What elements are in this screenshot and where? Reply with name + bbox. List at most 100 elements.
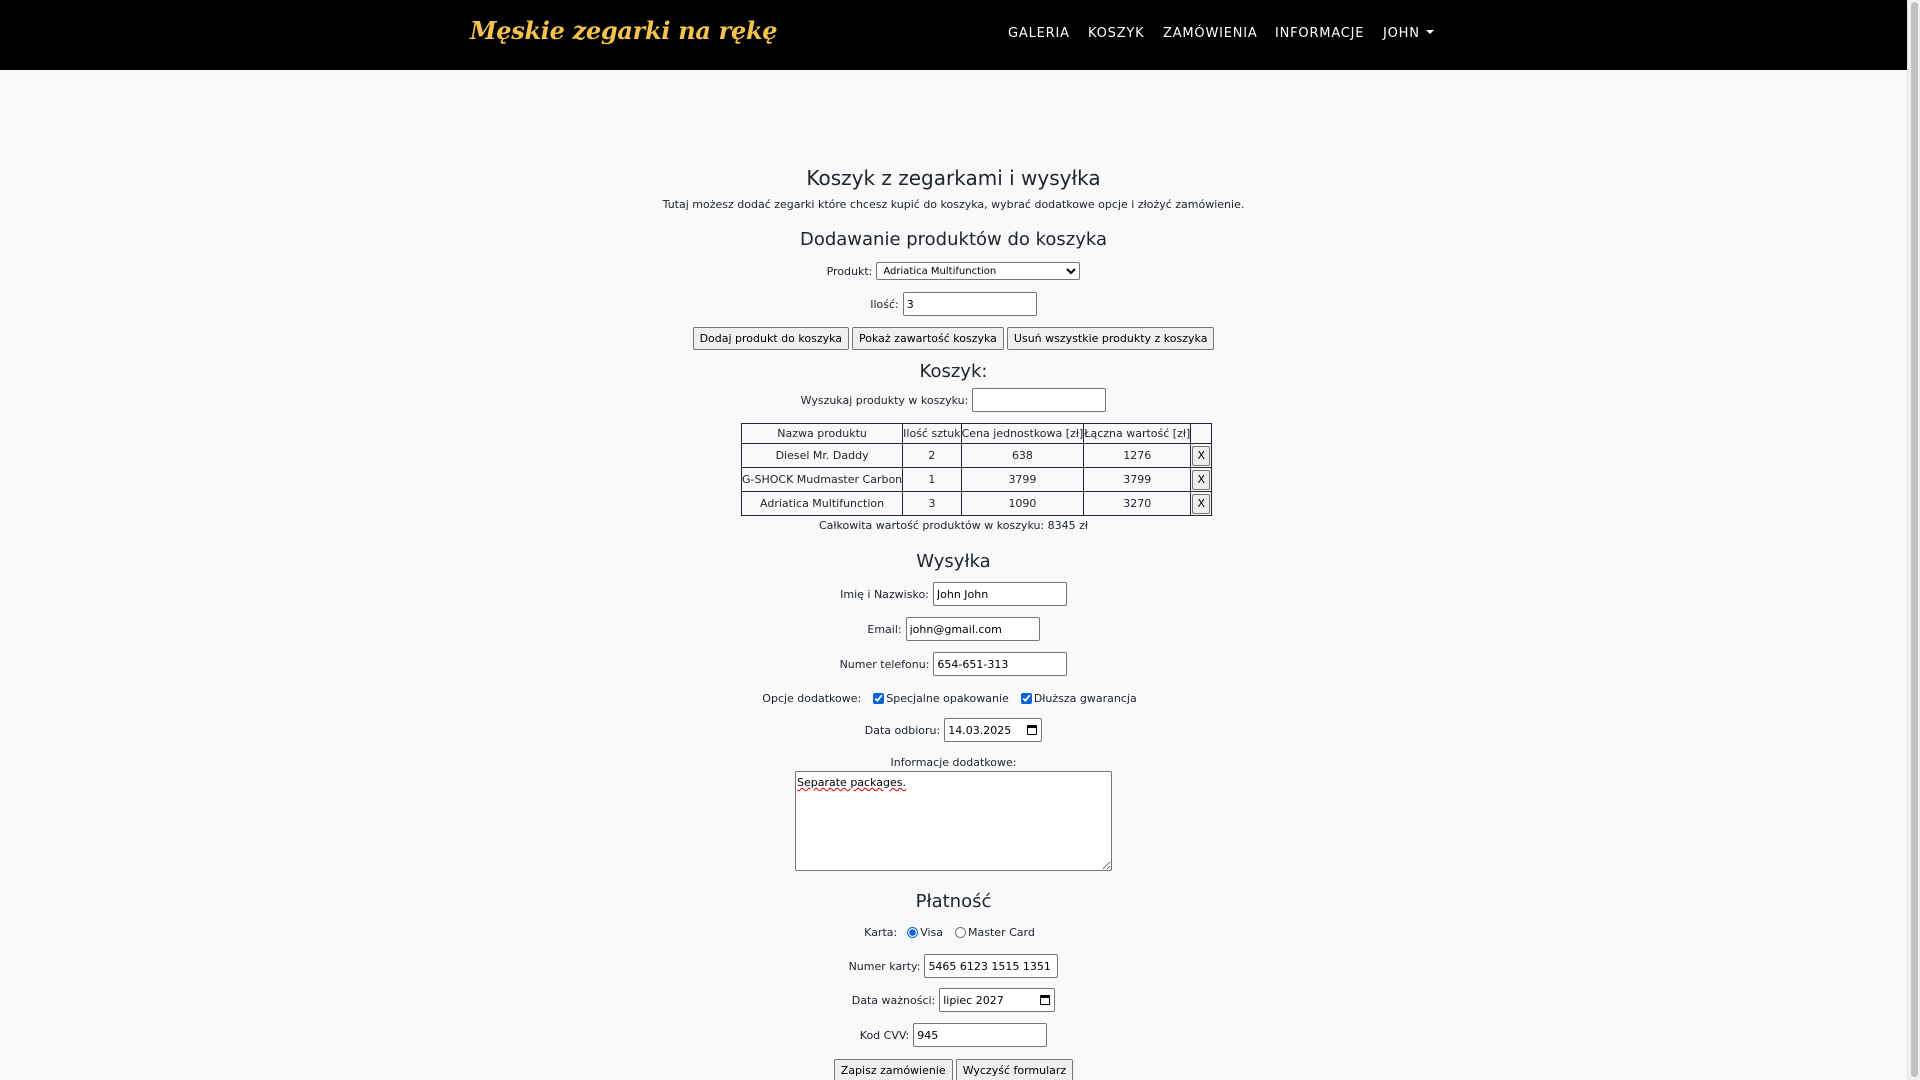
cart-heading-wrap: Koszyk: (0, 361, 1907, 382)
phone-field[interactable] (933, 652, 1068, 676)
mastercard-radio[interactable] (955, 926, 967, 938)
pickup-date-input[interactable]: 14.03.2025 (944, 718, 1043, 742)
remove-item-button[interactable]: X (1192, 469, 1211, 490)
qty-input[interactable] (902, 292, 1037, 316)
page-scrollbar[interactable] (1907, 0, 1920, 1080)
scrollbar-thumb[interactable] (1911, 2, 1918, 1077)
cart-buttons-row: Dodaj produkt do koszyka Pokaż zawartość… (0, 327, 1907, 350)
card-number-label: Numer karty: (848, 959, 921, 973)
clear-cart-button[interactable]: Usuń wszystkie produkty z koszyka (1006, 327, 1215, 350)
cart-heading: Koszyk: (919, 361, 988, 382)
info-text: Separate packages. (797, 776, 906, 789)
cell-price: 3799 (960, 467, 1085, 492)
add-heading-wrap: Dodawanie produktów do koszyka (0, 229, 1907, 250)
visa-label: Visa (920, 925, 944, 939)
cart-table-header: Nazwa produktu Ilość sztuk Cena jednostk… (740, 423, 1213, 444)
cell-name: G-SHOCK Mudmaster Carbon (740, 467, 904, 492)
col-price: Cena jednostkowa [zł] (960, 423, 1085, 444)
cart-table: Nazwa produktu Ilość sztuk Cena jednostk… (740, 423, 1213, 516)
save-order-button[interactable]: Zapisz zamówienie (833, 1059, 953, 1080)
email-label: Email: (867, 622, 902, 636)
email-field[interactable] (905, 617, 1040, 641)
cell-qty: 3 (902, 491, 962, 516)
cell-remove: X (1190, 491, 1213, 516)
visa-radio[interactable] (907, 926, 919, 938)
card-label: Karta: (864, 925, 898, 939)
warranty-checkbox[interactable] (1020, 692, 1032, 704)
calendar-icon[interactable] (1027, 725, 1038, 735)
name-label: Imię i Nazwisko: (840, 587, 929, 601)
cell-total: 3270 (1083, 491, 1192, 516)
cell-qty: 2 (902, 443, 962, 468)
nav-zamowienia[interactable]: ZAMÓWIENIA (1163, 26, 1258, 41)
add-to-cart-button[interactable]: Dodaj produkt do koszyka (692, 327, 850, 350)
email-row: Email: (0, 617, 1907, 641)
expiry-row: Data ważności: lipiec 2027 (0, 988, 1907, 1012)
product-select[interactable]: Adriatica Multifunction (876, 262, 1081, 280)
cell-name: Adriatica Multifunction (740, 491, 904, 516)
packaging-checkbox[interactable] (873, 692, 885, 704)
packaging-label: Specjalne opakowanie (886, 691, 1009, 705)
col-qty: Ilość sztuk (902, 423, 962, 444)
table-row: G-SHOCK Mudmaster Carbon 1 3799 3799 X (740, 467, 1213, 492)
options-label: Opcje dodatkowe: (762, 691, 862, 705)
navbar: Męskie zegarki na rękę GALERIA KOSZYK ZA… (0, 0, 1907, 70)
card-type-row: Karta: Visa Master Card (0, 924, 1907, 940)
cell-remove: X (1190, 467, 1213, 492)
option-warranty[interactable]: Dłuższa gwarancja (1020, 691, 1137, 705)
show-cart-button[interactable]: Pokaż zawartość koszyka (852, 327, 1004, 350)
cart-total: Całkowita wartość produktów w koszyku: 8… (818, 519, 1089, 532)
nav-informacje[interactable]: INFORMACJE (1275, 26, 1364, 41)
cell-price: 1090 (960, 491, 1085, 516)
user-menu[interactable]: JOHN (1383, 26, 1434, 41)
info-text-value: Separate packages. (797, 776, 906, 789)
name-field[interactable] (932, 582, 1067, 606)
product-row: Produkt: Adriatica Multifunction (0, 262, 1907, 280)
remove-item-button[interactable]: X (1192, 493, 1211, 514)
info-row (0, 771, 1907, 871)
title-wrap: Koszyk z zegarkami i wysyłka (0, 166, 1907, 190)
table-row: Diesel Mr. Daddy 2 638 1276 X (740, 443, 1213, 468)
table-row: Adriatica Multifunction 3 1090 3270 X (740, 491, 1213, 516)
pickup-date-value: 14.03.2025 (948, 723, 1012, 737)
cell-total: 3799 (1083, 467, 1192, 492)
card-visa-option[interactable]: Visa (907, 926, 943, 939)
page-description: Tutaj możesz dodać zegarki które chcesz … (662, 198, 1245, 211)
product-label: Produkt: (826, 264, 873, 278)
calendar-icon[interactable] (1040, 995, 1051, 1005)
option-packaging[interactable]: Specjalne opakowanie (873, 692, 1009, 705)
caret-down-icon (1425, 29, 1434, 34)
cell-total: 1276 (1083, 443, 1192, 468)
brand-logo[interactable]: Męskie zegarki na rękę (470, 16, 778, 45)
cvv-field[interactable] (913, 1023, 1048, 1047)
cart-search-input[interactable] (972, 388, 1107, 412)
phone-row: Numer telefonu: (0, 652, 1907, 676)
expiry-input[interactable]: lipiec 2027 (939, 988, 1056, 1012)
warranty-label: Dłuższa gwarancja (1033, 691, 1137, 705)
col-total: Łączna wartość [zł] (1083, 423, 1192, 444)
options-row: Opcje dodatkowe: Specjalne opakowanie Dł… (0, 690, 1907, 706)
cvv-row: Kod CVV: (0, 1023, 1907, 1047)
shipping-heading-wrap: Wysyłka (0, 551, 1907, 572)
card-master-option[interactable]: Master Card (955, 926, 1035, 939)
nav-koszyk[interactable]: KOSZYK (1088, 26, 1144, 41)
cart-search-label: Wyszukaj produkty w koszyku: (800, 393, 969, 407)
expiry-label: Data ważności: (851, 993, 936, 1007)
add-products-heading: Dodawanie produktów do koszyka (799, 229, 1108, 250)
pickup-date-label: Data odbioru: (864, 723, 941, 737)
phone-label: Numer telefonu: (839, 657, 930, 671)
cell-qty: 1 (902, 467, 962, 492)
card-number-row: Numer karty: (0, 954, 1907, 978)
remove-item-button[interactable]: X (1192, 445, 1211, 466)
name-row: Imię i Nazwisko: (0, 582, 1907, 606)
mastercard-label: Master Card (968, 925, 1035, 939)
reset-form-button[interactable]: Wyczyść formularz (955, 1059, 1074, 1080)
col-remove (1190, 423, 1213, 444)
card-number-field[interactable] (924, 954, 1059, 978)
shipping-heading: Wysyłka (916, 551, 991, 572)
page-title: Koszyk z zegarkami i wysyłka (806, 166, 1101, 190)
nav-galeria[interactable]: GALERIA (1008, 26, 1070, 41)
cell-price: 638 (960, 443, 1085, 468)
user-name: JOHN (1383, 26, 1420, 41)
payment-heading-wrap: Płatność (0, 891, 1907, 912)
